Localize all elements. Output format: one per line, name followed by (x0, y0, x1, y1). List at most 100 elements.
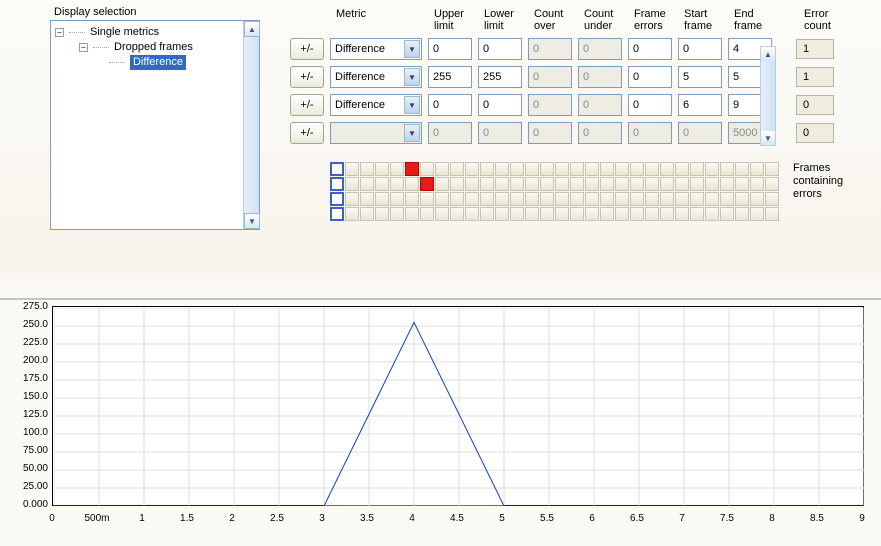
tree-child-label[interactable]: Dropped frames (114, 40, 193, 55)
frame-cell[interactable] (705, 192, 719, 206)
frame-cell[interactable] (735, 162, 749, 176)
frame-cell[interactable] (705, 177, 719, 191)
frame-cell[interactable] (585, 192, 599, 206)
frame-cell[interactable] (510, 162, 524, 176)
frame-cell[interactable] (600, 162, 614, 176)
frame-cell[interactable] (735, 177, 749, 191)
frame-cell[interactable] (510, 192, 524, 206)
frame-cell[interactable] (420, 177, 434, 191)
frame-cell[interactable] (660, 207, 674, 221)
frame-cell[interactable] (525, 207, 539, 221)
frame-cell[interactable] (360, 207, 374, 221)
frame-errors-input[interactable]: 0 (628, 38, 672, 60)
frame-cell[interactable] (420, 207, 434, 221)
frame-cell[interactable] (495, 177, 509, 191)
frame-cell[interactable] (450, 207, 464, 221)
frame-cell[interactable] (465, 177, 479, 191)
tree-scrollbar[interactable]: ▲▼ (243, 21, 259, 229)
frame-cell[interactable] (465, 192, 479, 206)
frame-cell[interactable] (750, 192, 764, 206)
frame-cell[interactable] (720, 207, 734, 221)
frame-cell[interactable] (630, 177, 644, 191)
frame-cell[interactable] (570, 177, 584, 191)
frame-cell[interactable] (480, 207, 494, 221)
frame-cell[interactable] (525, 177, 539, 191)
frame-cell[interactable] (765, 192, 779, 206)
frame-cell[interactable] (375, 177, 389, 191)
frame-cell[interactable] (630, 192, 644, 206)
add-remove-button[interactable]: +/- (290, 94, 324, 116)
frame-cell[interactable] (660, 162, 674, 176)
frame-cell[interactable] (735, 207, 749, 221)
frame-cell[interactable] (750, 162, 764, 176)
chevron-down-icon[interactable]: ▼ (404, 96, 420, 114)
chevron-up-icon[interactable]: ▲ (244, 21, 260, 37)
tree-root-label[interactable]: Single metrics (90, 25, 159, 40)
frame-cell[interactable] (690, 177, 704, 191)
frame-cell[interactable] (630, 207, 644, 221)
frame-cell[interactable] (465, 162, 479, 176)
frame-cell[interactable] (495, 207, 509, 221)
frame-cell[interactable] (510, 207, 524, 221)
frame-cell[interactable] (405, 192, 419, 206)
frame-cell[interactable] (690, 162, 704, 176)
frame-cell[interactable] (705, 162, 719, 176)
metric-select[interactable]: Difference▼ (330, 94, 422, 116)
frame-cell[interactable] (360, 192, 374, 206)
frame-cell[interactable] (630, 162, 644, 176)
frame-cell[interactable] (660, 192, 674, 206)
frame-cell[interactable] (585, 177, 599, 191)
rows-scrollbar[interactable]: ▲▼ (760, 46, 776, 146)
frame-cell[interactable] (675, 192, 689, 206)
frame-cell[interactable] (510, 177, 524, 191)
frame-cell[interactable] (645, 192, 659, 206)
upper-limit-input[interactable]: 0 (428, 38, 472, 60)
lower-limit-input[interactable]: 0 (478, 38, 522, 60)
frame-cell[interactable] (375, 162, 389, 176)
frame-cell[interactable] (525, 162, 539, 176)
frame-cell[interactable] (480, 162, 494, 176)
frame-cell[interactable] (765, 177, 779, 191)
upper-limit-input[interactable]: 0 (428, 94, 472, 116)
frame-cell[interactable] (420, 192, 434, 206)
frame-cell[interactable] (615, 207, 629, 221)
frame-cell[interactable] (735, 192, 749, 206)
frame-cell[interactable] (345, 162, 359, 176)
frame-cell[interactable] (765, 162, 779, 176)
frame-cell[interactable] (375, 207, 389, 221)
frame-cell[interactable] (585, 162, 599, 176)
frame-row-selector[interactable] (330, 192, 344, 206)
frame-cell[interactable] (675, 177, 689, 191)
frame-cell[interactable] (450, 162, 464, 176)
frame-cell[interactable] (555, 177, 569, 191)
start-frame-input[interactable]: 6 (678, 94, 722, 116)
metric-select[interactable]: Difference▼ (330, 66, 422, 88)
chevron-down-icon[interactable]: ▼ (244, 213, 260, 229)
frame-cell[interactable] (645, 207, 659, 221)
frame-cell[interactable] (360, 177, 374, 191)
frame-cell[interactable] (540, 162, 554, 176)
frame-cell[interactable] (600, 192, 614, 206)
frame-cell[interactable] (675, 207, 689, 221)
frame-row-selector[interactable] (330, 177, 344, 191)
frame-cell[interactable] (615, 162, 629, 176)
frame-cell[interactable] (420, 162, 434, 176)
frame-cell[interactable] (450, 177, 464, 191)
frame-cell[interactable] (345, 177, 359, 191)
tree-collapse-icon[interactable]: − (79, 43, 88, 52)
frame-cell[interactable] (690, 207, 704, 221)
frame-cell[interactable] (390, 207, 404, 221)
frame-cell[interactable] (435, 162, 449, 176)
frame-cell[interactable] (360, 162, 374, 176)
upper-limit-input[interactable]: 255 (428, 66, 472, 88)
frame-cell[interactable] (570, 162, 584, 176)
start-frame-input[interactable]: 0 (678, 38, 722, 60)
frame-cell[interactable] (675, 162, 689, 176)
frame-cell[interactable] (570, 192, 584, 206)
frame-cell[interactable] (450, 192, 464, 206)
frame-cell[interactable] (570, 207, 584, 221)
frame-cell[interactable] (600, 207, 614, 221)
frame-cell[interactable] (555, 192, 569, 206)
start-frame-input[interactable]: 5 (678, 66, 722, 88)
frame-cell[interactable] (645, 162, 659, 176)
